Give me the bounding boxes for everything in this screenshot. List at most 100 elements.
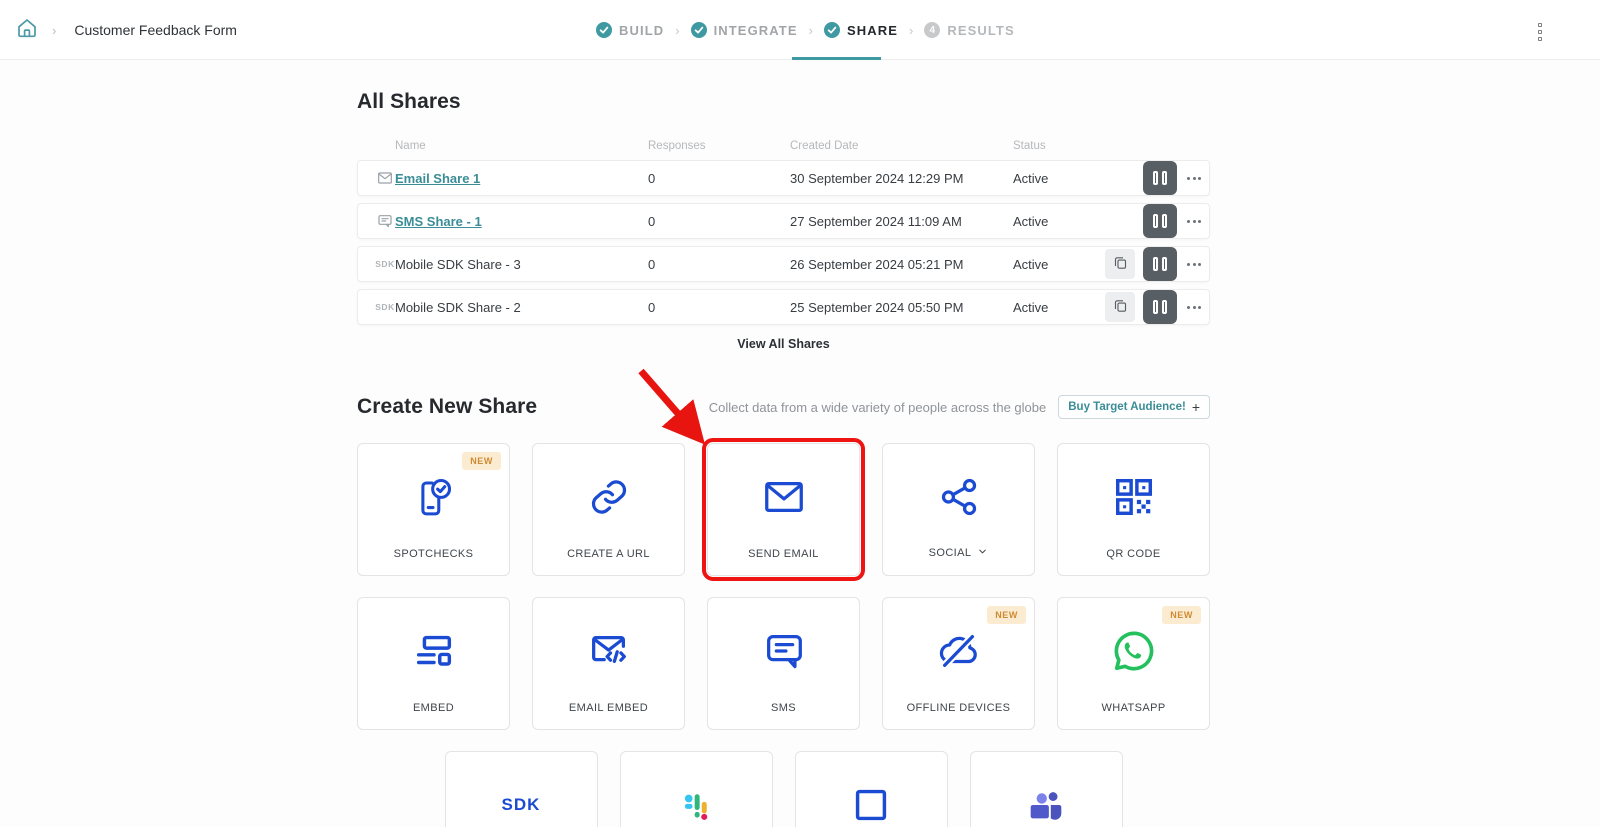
row-more-options-button[interactable]	[1185, 216, 1203, 227]
share-option-sms[interactable]: SMS	[707, 597, 860, 730]
share-option-teams[interactable]	[970, 751, 1123, 827]
email-icon	[375, 170, 395, 186]
chevron-down-icon	[977, 546, 988, 560]
share-status: Active	[1013, 300, 1105, 315]
breadcrumb-form-title: Customer Feedback Form	[74, 22, 237, 38]
sdk-icon: SDK	[502, 795, 541, 815]
check-circle-icon	[596, 22, 612, 38]
more-options-kebab-menu[interactable]	[1536, 21, 1544, 43]
check-circle-icon	[824, 22, 840, 38]
new-badge: NEW	[1162, 606, 1201, 624]
copy-share-button[interactable]	[1105, 292, 1135, 322]
workflow-stepper: BUILD › INTEGRATE › SHARE › 4 RESULTS	[596, 0, 1015, 60]
row-more-options-button[interactable]	[1185, 302, 1203, 313]
share-created-date: 30 September 2024 12:29 PM	[790, 171, 1013, 186]
slack-icon	[673, 782, 719, 827]
share-option-embed[interactable]: EMBED	[357, 597, 510, 730]
column-header-status: Status	[1013, 140, 1210, 152]
table-row: SMS Share - 1 0 27 September 2024 11:09 …	[357, 203, 1210, 239]
share-created-date: 25 September 2024 05:50 PM	[790, 300, 1013, 315]
card-label: QR CODE	[1058, 548, 1209, 560]
pause-share-button[interactable]	[1143, 204, 1177, 238]
shares-table-header: Name Responses Created Date Status	[357, 140, 1210, 152]
home-icon	[15, 16, 39, 45]
pause-icon	[1153, 257, 1158, 271]
share-responses: 0	[648, 257, 790, 272]
all-shares-title: All Shares	[357, 60, 1210, 114]
share-status: Active	[1013, 171, 1143, 186]
pause-icon	[1162, 171, 1167, 185]
card-label: EMAIL EMBED	[533, 702, 684, 714]
share-created-date: 26 September 2024 05:21 PM	[790, 257, 1013, 272]
share-option-offline-devices[interactable]: NEW OFFLINE DEVICES	[882, 597, 1035, 730]
new-badge: NEW	[462, 452, 501, 470]
share-option-email-embed[interactable]: EMAIL EMBED	[532, 597, 685, 730]
share-option-create-a-url[interactable]: CREATE A URL	[532, 443, 685, 576]
share-option-spotchecks[interactable]: NEW SPOTCHECKS	[357, 443, 510, 576]
pause-icon	[1153, 171, 1158, 185]
link-icon	[586, 474, 632, 520]
share-option-send-email[interactable]: SEND EMAIL	[707, 443, 860, 576]
table-row: SDK Mobile SDK Share - 3 0 26 September …	[357, 246, 1210, 282]
email-embed-icon	[586, 628, 632, 674]
row-more-options-button[interactable]	[1185, 173, 1203, 184]
share-option-popup[interactable]	[795, 751, 948, 827]
table-row: Email Share 1 0 30 September 2024 12:29 …	[357, 160, 1210, 196]
spotchecks-icon	[411, 474, 457, 520]
card-label: EMBED	[358, 702, 509, 714]
pause-icon	[1162, 257, 1167, 271]
table-row: SDK Mobile SDK Share - 2 0 25 September …	[357, 289, 1210, 325]
plus-icon: +	[1192, 402, 1200, 412]
pause-icon	[1162, 214, 1167, 228]
pause-icon	[1162, 300, 1167, 314]
step-chevron-icon: ›	[909, 23, 913, 38]
copy-icon	[1113, 255, 1128, 273]
breadcrumb-chevron-icon: ›	[52, 23, 56, 38]
share-responses: 0	[648, 171, 790, 186]
pause-share-button[interactable]	[1143, 161, 1177, 195]
column-header-responses: Responses	[648, 140, 790, 152]
create-new-share-title: Create New Share	[357, 395, 537, 419]
sdk-icon: SDK	[375, 259, 395, 269]
check-circle-icon	[691, 22, 707, 38]
share-name-link[interactable]: SMS Share - 1	[395, 214, 482, 229]
active-tab-underline	[792, 57, 881, 60]
tab-integrate[interactable]: INTEGRATE	[691, 22, 798, 38]
pause-icon	[1153, 300, 1158, 314]
share-option-whatsapp[interactable]: NEW WHATSAPP	[1057, 597, 1210, 730]
home-button[interactable]	[14, 17, 40, 43]
view-all-shares-link[interactable]: View All Shares	[357, 337, 1210, 351]
copy-share-button[interactable]	[1105, 249, 1135, 279]
share-option-mobile-sdk[interactable]: SDK	[445, 751, 598, 827]
share-status: Active	[1013, 214, 1143, 229]
card-label: SMS	[708, 702, 859, 714]
share-option-qr-code[interactable]: QR CODE	[1057, 443, 1210, 576]
column-header-name: Name	[395, 140, 648, 152]
pause-icon	[1153, 214, 1158, 228]
card-label: OFFLINE DEVICES	[883, 702, 1034, 714]
pause-share-button[interactable]	[1143, 290, 1177, 324]
embed-icon	[411, 628, 457, 674]
share-option-social[interactable]: SOCIAL	[882, 443, 1035, 576]
audience-caption: Collect data from a wide variety of peop…	[709, 400, 1046, 415]
buy-target-audience-button[interactable]: Buy Target Audience! +	[1058, 395, 1210, 419]
tab-share[interactable]: SHARE	[824, 22, 898, 38]
email-icon	[761, 474, 807, 520]
card-label: SPOTCHECKS	[358, 548, 509, 560]
tab-results[interactable]: 4 RESULTS	[924, 22, 1014, 38]
share-name: Mobile SDK Share - 2	[395, 300, 521, 315]
share-icon	[936, 474, 982, 520]
tab-build[interactable]: BUILD	[596, 22, 664, 38]
pause-share-button[interactable]	[1143, 247, 1177, 281]
share-name-link[interactable]: Email Share 1	[395, 171, 480, 186]
sdk-icon: SDK	[375, 302, 395, 312]
new-badge: NEW	[987, 606, 1026, 624]
copy-icon	[1113, 298, 1128, 316]
share-name: Mobile SDK Share - 3	[395, 257, 521, 272]
row-more-options-button[interactable]	[1185, 259, 1203, 270]
share-option-slack[interactable]	[620, 751, 773, 827]
share-status: Active	[1013, 257, 1105, 272]
qr-icon	[1111, 474, 1157, 520]
card-label: SEND EMAIL	[708, 548, 859, 560]
whatsapp-icon	[1111, 628, 1157, 674]
